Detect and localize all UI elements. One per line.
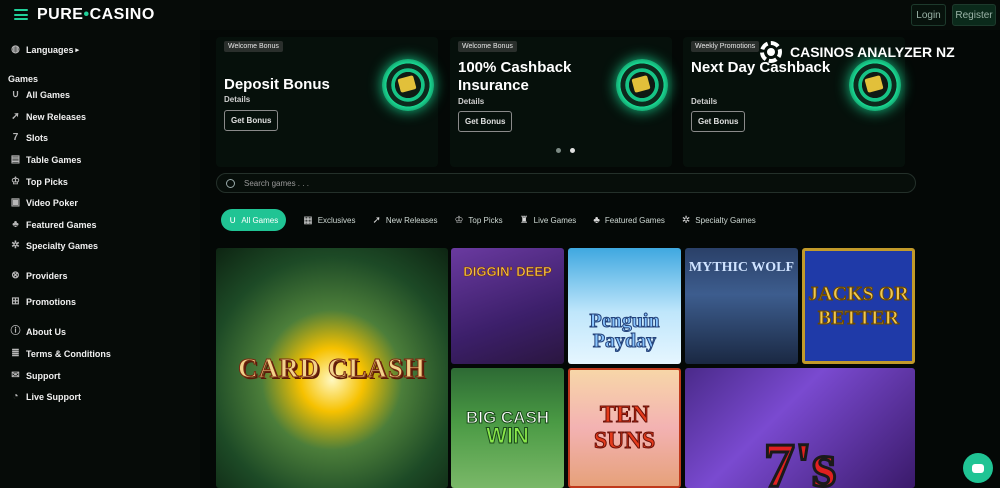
rocket-icon: ➚ xyxy=(372,214,381,226)
watermark: CASINOS ANALYZER NZ xyxy=(760,41,955,63)
horseshoe-icon: ∪ xyxy=(11,89,20,100)
casino-chip-icon xyxy=(616,59,668,111)
sidebar-item-about-us[interactable]: ⓘ About Us xyxy=(10,326,67,337)
gift-icon: ⊞ xyxy=(11,296,20,307)
promo-details-link[interactable]: Details xyxy=(224,95,250,104)
rocket-icon: ➚ xyxy=(11,111,20,122)
filter-tab-exclusives[interactable]: ▦ Exclusives xyxy=(303,215,355,226)
top-bar: PURE•CASINO Login Register xyxy=(0,0,1000,30)
carousel-dot-active[interactable] xyxy=(570,148,575,153)
sidebar-item-new-releases[interactable]: ➚ New Releases xyxy=(10,111,86,122)
horseshoe-icon: ∪ xyxy=(229,214,237,226)
gear-icon: ✲ xyxy=(681,214,691,226)
monitor-icon: ▣ xyxy=(10,197,21,208)
promo-details-link[interactable]: Details xyxy=(458,97,484,106)
chat-icon: ◔ xyxy=(12,391,19,402)
get-bonus-button[interactable]: Get Bonus xyxy=(691,111,746,132)
promo-details-link[interactable]: Details xyxy=(691,97,717,106)
filter-tab-featured-games[interactable]: ♣ Featured Games xyxy=(593,215,665,226)
chip-icon: ⊗ xyxy=(11,270,20,281)
filter-tab-live-games[interactable]: ♜ Live Games xyxy=(520,215,577,226)
game-tile-sevens[interactable]: 7's xyxy=(685,368,915,488)
sidebar-item-all-games[interactable]: ∪ All Games xyxy=(10,89,70,100)
filter-tab-all-games[interactable]: ∪ All Games xyxy=(221,209,287,231)
filter-tabs: ∪ All Games ▦ Exclusives ➚ New Releases ♔ To… xyxy=(221,209,773,231)
casino-chip-icon xyxy=(382,59,434,111)
sidebar-item-promotions[interactable]: ⊞ Promotions xyxy=(10,296,76,307)
live-chat-button[interactable] xyxy=(963,453,993,483)
sidebar-heading-games: Games xyxy=(8,74,39,84)
dealer-icon: ♜ xyxy=(519,214,529,226)
main-content: Welcome Bonus Deposit Bonus Details Get … xyxy=(200,30,1000,488)
get-bonus-button[interactable]: Get Bonus xyxy=(224,110,279,131)
sidebar-item-live-support[interactable]: ◔ Live Support xyxy=(10,391,81,402)
game-tile-mythic-wolf[interactable]: MYTHIC WOLF xyxy=(685,248,798,364)
game-tile-card-clash[interactable]: CARD CLASH xyxy=(216,248,448,488)
sidebar-item-featured-games[interactable]: ♣ Featured Games xyxy=(10,219,96,230)
casino-chip-icon xyxy=(849,59,901,111)
game-tile-diggin-deep[interactable]: DIGGIN' DEEP xyxy=(451,248,564,364)
sidebar-item-providers[interactable]: ⊗ Providers xyxy=(10,270,67,281)
info-icon: ⓘ xyxy=(10,326,21,337)
register-button[interactable]: Register xyxy=(952,4,996,26)
filter-tab-new-releases[interactable]: ➚ New Releases xyxy=(372,215,437,226)
gear-icon: ✲ xyxy=(11,240,20,251)
filter-tab-top-picks[interactable]: ♔ Top Picks xyxy=(454,215,502,226)
game-tile-penguin-payday[interactable]: Penguin Payday xyxy=(568,248,681,364)
menu-icon[interactable] xyxy=(14,9,28,20)
promo-tag: Welcome Bonus xyxy=(224,41,283,52)
login-button[interactable]: Login xyxy=(911,4,946,26)
gear-icon xyxy=(760,41,782,63)
sidebar-item-support[interactable]: ✉ Support xyxy=(10,370,60,381)
sidebar-item-top-picks[interactable]: ♔ Top Picks xyxy=(10,176,68,187)
sidebar-item-video-poker[interactable]: ▣ Video Poker xyxy=(10,197,78,208)
search-icon xyxy=(226,178,235,188)
sidebar-item-languages[interactable]: ◍ Languages ▸ xyxy=(10,44,79,55)
sidebar: ◍ Languages ▸ Games ∪ All Games ➚ New Releas… xyxy=(0,30,200,488)
trophy-icon: ♔ xyxy=(11,176,20,187)
sidebar-item-table-games[interactable]: ▤ Table Games xyxy=(10,154,82,165)
cards-icon: ▤ xyxy=(10,154,21,165)
game-tile-jacks-or-better[interactable]: JACKS OR BETTER xyxy=(802,248,915,364)
envelope-icon: ✉ xyxy=(11,370,20,381)
document-icon: ≣ xyxy=(11,348,20,359)
promo-card: Welcome Bonus Deposit Bonus Details Get … xyxy=(216,37,438,167)
promo-tag: Welcome Bonus xyxy=(458,41,517,52)
search-input[interactable] xyxy=(244,178,844,188)
search-bar[interactable] xyxy=(216,173,916,193)
promo-title: 100% Cashback Insurance xyxy=(458,59,572,94)
chat-icon xyxy=(972,463,984,473)
game-tile-big-cash-win[interactable]: BIG CASH WIN xyxy=(451,368,564,488)
globe-icon: ◍ xyxy=(11,44,20,55)
sidebar-item-slots[interactable]: 7 Slots xyxy=(10,132,48,143)
promo-title: Deposit Bonus xyxy=(224,76,330,93)
sidebar-item-terms[interactable]: ≣ Terms & Conditions xyxy=(10,348,111,359)
carousel-dots[interactable] xyxy=(556,148,575,153)
exclusive-icon: ▦ xyxy=(303,214,313,226)
carousel-dot[interactable] xyxy=(556,148,561,153)
sidebar-item-specialty-games[interactable]: ✲ Specialty Games xyxy=(10,240,98,251)
logo[interactable]: PURE•CASINO xyxy=(37,6,155,24)
filter-tab-specialty-games[interactable]: ✲ Specialty Games xyxy=(682,215,756,226)
trophy-icon: ♔ xyxy=(454,214,464,226)
clover-icon: ♣ xyxy=(12,219,19,230)
get-bonus-button[interactable]: Get Bonus xyxy=(458,111,513,132)
clover-icon: ♣ xyxy=(593,214,600,226)
game-tile-ten-suns[interactable]: TEN SUNS xyxy=(568,368,681,488)
seven-icon: 7 xyxy=(12,132,19,143)
promo-tag: Weekly Promotions xyxy=(691,41,760,52)
